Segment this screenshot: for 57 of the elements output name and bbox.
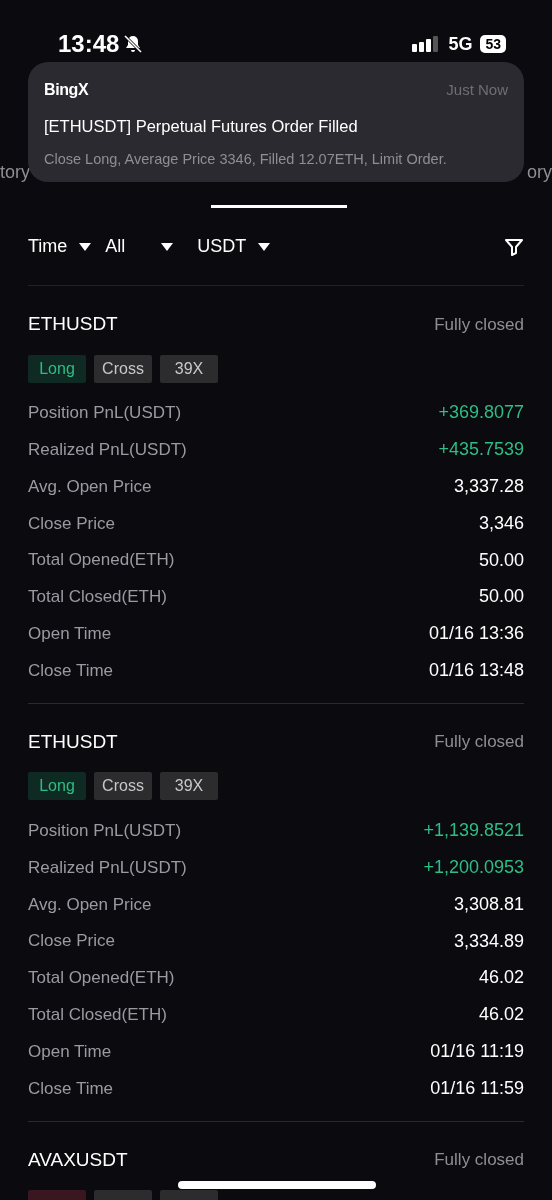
field-value: +435.7539 xyxy=(438,438,524,462)
field-label: Position PnL(USDT) xyxy=(28,402,182,425)
field-value: 01/16 11:59 xyxy=(430,1076,524,1100)
field-value: +1,200.0953 xyxy=(423,856,524,880)
field-label: Total Closed(ETH) xyxy=(28,1004,167,1026)
status-label: Fully closed xyxy=(434,1149,524,1172)
app-name: BingX xyxy=(44,80,89,100)
tag-chip: 39X xyxy=(160,354,218,383)
field-label: Avg. Open Price xyxy=(28,475,152,498)
field-label: Total Closed(ETH) xyxy=(28,586,167,609)
notification-time: Just Now xyxy=(446,79,508,100)
field-value: 3,337.28 xyxy=(453,475,524,498)
battery-indicator: 53 xyxy=(480,35,506,53)
field-label: Close Price xyxy=(28,512,115,535)
notification-card[interactable]: BingX Just Now [ETHUSDT] Perpetual Futures Order Filled Close Long, Average Price 3346, Filled 12.07ETH, Limit Order. xyxy=(28,62,524,182)
tab[interactable]: ory xyxy=(527,159,552,208)
field-value: 3,308.81 xyxy=(453,892,524,916)
symbol-title: ETHUSDT xyxy=(28,729,118,754)
field-label: Close Price xyxy=(28,930,115,953)
field-label: Open Time xyxy=(28,1040,112,1063)
field-label: Close Time xyxy=(28,659,114,682)
field-value: 01/16 13:36 xyxy=(428,622,524,646)
field-value: +369.8077 xyxy=(438,401,524,425)
field-label: Total Opened(ETH) xyxy=(28,549,175,572)
field-value: 3,334.89 xyxy=(453,929,524,953)
field-value: 50.00 xyxy=(478,585,524,609)
status-label: Fully closed xyxy=(434,731,524,754)
field-value: 01/16 11:19 xyxy=(430,1040,524,1064)
field-label: Open Time xyxy=(28,622,112,645)
field-value: 01/16 13:48 xyxy=(428,658,524,682)
field-label: Total Opened(ETH) xyxy=(28,967,175,990)
field-label: Realized PnL(USDT) xyxy=(28,856,187,879)
field-value: 3,346 xyxy=(478,511,524,535)
field-label: Position PnL(USDT) xyxy=(28,820,182,842)
tag-chip: 39X xyxy=(160,772,218,801)
symbol-title: AVAXUSDT xyxy=(28,1147,128,1172)
field-value: 46.02 xyxy=(478,1003,524,1027)
notification-body: Close Long, Average Price 3346, Filled 12.07ETH, Limit Order. xyxy=(44,149,448,169)
field-value: 46.02 xyxy=(478,966,524,990)
tag-chip: Long xyxy=(28,772,86,801)
tag-chip: Long xyxy=(28,354,86,383)
notification-title: [ETHUSDT] Perpetual Futures Order Filled xyxy=(44,116,359,137)
tag-chip: Cross xyxy=(94,354,152,383)
symbol-title: ETHUSDT xyxy=(28,312,118,336)
filter-dropdown[interactable]: USDT xyxy=(197,233,271,260)
field-value: +1,139.8521 xyxy=(423,819,524,843)
tab[interactable]: tory xyxy=(0,159,30,208)
field-value: 50.00 xyxy=(478,548,524,572)
network-label: 5G xyxy=(448,32,473,56)
field-label: Avg. Open Price xyxy=(28,893,152,916)
filter-dropdown[interactable]: All xyxy=(105,233,174,260)
field-label: Close Time xyxy=(28,1077,114,1100)
status-time: 13:48 xyxy=(58,29,120,59)
tag-chip: Cross xyxy=(94,772,152,801)
field-label: Realized PnL(USDT) xyxy=(28,438,187,461)
status-label: Fully closed xyxy=(434,313,524,336)
filter-dropdown[interactable]: Time xyxy=(28,233,92,260)
